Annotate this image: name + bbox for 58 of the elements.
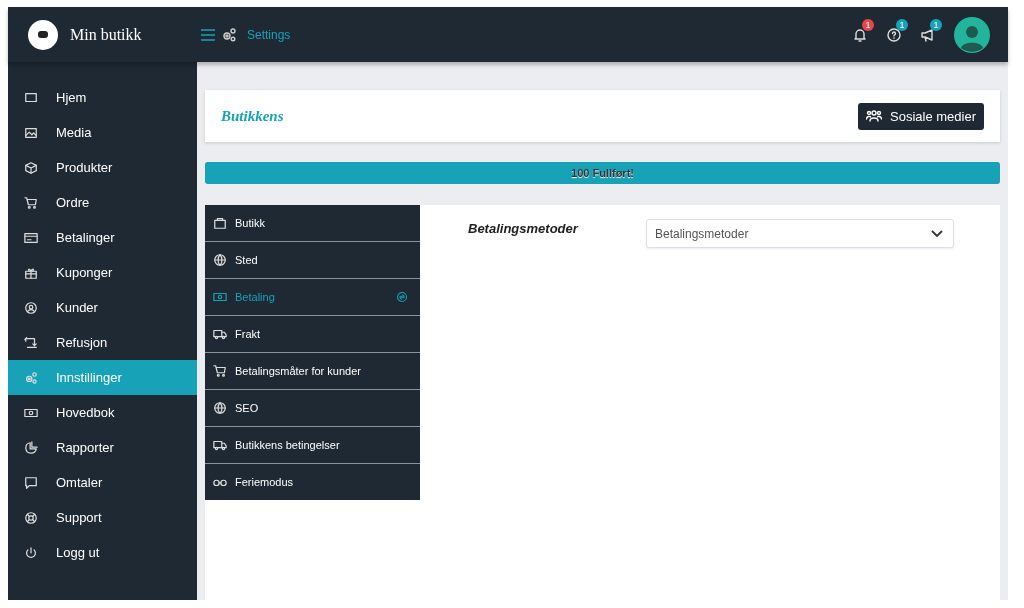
notification-badge: 1 — [896, 18, 908, 31]
gears-icon — [221, 26, 237, 43]
power-icon — [24, 545, 38, 560]
notification-badge: 1 — [862, 18, 874, 31]
store-name: Min butikk — [70, 25, 142, 44]
speech-bubble-icon — [24, 475, 38, 490]
sidebar-item[interactable]: Refusjon — [8, 325, 197, 360]
settings-menu-item[interactable]: Frakt — [205, 316, 420, 353]
globe-icon — [213, 401, 227, 415]
cart-icon — [213, 364, 227, 378]
settings-menu-item[interactable]: Betalingsmåter for kunder — [205, 353, 420, 390]
credit-card-icon — [24, 230, 38, 245]
social-media-button[interactable]: Sosiale medier — [858, 102, 984, 130]
gears-icon — [24, 370, 38, 385]
people-icon — [866, 109, 882, 123]
avatar[interactable] — [954, 16, 990, 53]
sidebar-item[interactable]: Hovedbok — [8, 395, 197, 430]
sidebar-item[interactable]: Betalinger — [8, 220, 197, 255]
image-icon — [24, 125, 38, 140]
banknote-icon — [213, 290, 227, 304]
lifebuoy-icon — [24, 510, 38, 525]
settings-menu-item[interactable]: Butikk — [205, 205, 420, 242]
monitor-icon — [24, 90, 38, 105]
user-circle-icon — [24, 300, 38, 315]
globe-icon — [213, 253, 227, 267]
pie-chart-icon — [24, 440, 38, 455]
sidebar-item[interactable]: Produkter — [8, 150, 197, 185]
chevron-down-icon — [931, 229, 943, 238]
settings-menu-item[interactable]: SEO — [205, 390, 420, 427]
menu-icon[interactable] — [201, 28, 215, 41]
repeat-icon — [24, 335, 38, 350]
notification-badge: 1 — [930, 18, 942, 31]
sidebar-item[interactable]: Media — [8, 115, 197, 150]
settings-menu-item[interactable]: Butikkens betingelser — [205, 427, 420, 464]
settings-menu-item[interactable]: Feriemodus — [205, 464, 420, 500]
sidebar-item[interactable]: Support — [8, 500, 197, 535]
help-icon[interactable] — [886, 26, 902, 43]
truck-icon — [213, 327, 227, 341]
circle-arrows-icon — [396, 291, 408, 303]
bag-icon — [213, 216, 227, 230]
settings-menu-item[interactable]: Betaling — [205, 279, 420, 316]
sidebar-item[interactable]: Hjem — [8, 80, 197, 115]
payment-method-select[interactable]: Betalingsmetoder — [646, 219, 954, 248]
settings-menu-item[interactable]: Sted — [205, 242, 420, 279]
sidebar-item[interactable]: Kunder — [8, 290, 197, 325]
sidebar-item[interactable]: Ordre — [8, 185, 197, 220]
progress-label: 100 Fullført! — [571, 167, 634, 179]
logo-icon — [28, 19, 58, 50]
card-title: Butikkens — [221, 107, 284, 125]
sidebar-item[interactable]: Logg ut — [8, 535, 197, 570]
sidebar-item[interactable]: Rapporter — [8, 430, 197, 465]
breadcrumb[interactable]: Settings — [247, 27, 291, 42]
box-icon — [24, 160, 38, 175]
bell-icon[interactable] — [852, 26, 868, 43]
sidebar-item[interactable]: Kuponger — [8, 255, 197, 290]
truck-icon — [213, 438, 227, 452]
cart-icon — [24, 195, 38, 210]
sidebar-item[interactable]: Omtaler — [8, 465, 197, 500]
